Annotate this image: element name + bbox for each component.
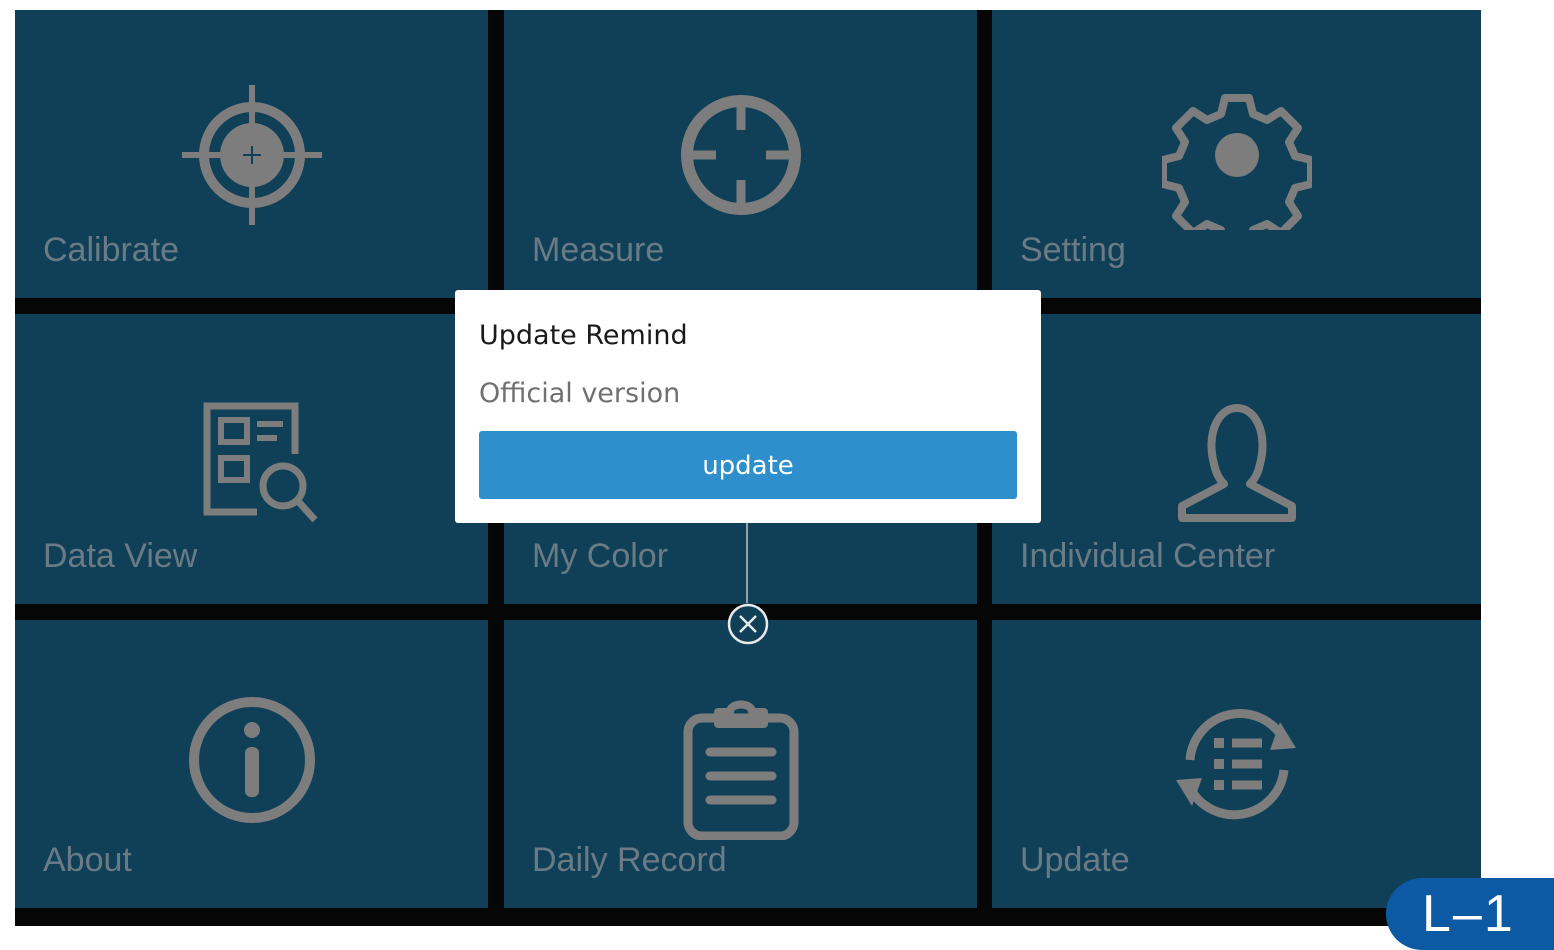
clipboard-icon <box>666 690 816 840</box>
tile-daily-record[interactable]: Daily Record <box>504 620 977 908</box>
tile-label: Update <box>1020 841 1130 879</box>
dialog-message: Official version <box>479 378 681 409</box>
data-view-icon <box>177 384 327 534</box>
tile-measure[interactable]: Measure <box>504 10 977 298</box>
close-circle-icon[interactable] <box>726 602 770 646</box>
tile-label: Setting <box>1020 231 1126 269</box>
tile-label: Data View <box>43 537 198 575</box>
user-icon <box>1162 394 1312 544</box>
update-button[interactable]: update <box>479 431 1017 499</box>
page-badge: L–1 <box>1386 878 1554 950</box>
measure-crosshair-icon <box>666 80 816 230</box>
tile-setting[interactable]: Setting <box>992 10 1481 298</box>
tile-data-view[interactable]: Data View <box>15 314 488 604</box>
tile-about[interactable]: About <box>15 620 488 908</box>
update-list-icon <box>1162 688 1312 838</box>
tile-label: Measure <box>532 231 665 269</box>
dialog-title: Update Remind <box>479 320 688 351</box>
update-dialog: Update Remind Official version update <box>455 290 1041 523</box>
gear-icon <box>1161 80 1312 230</box>
tile-label: Daily Record <box>532 841 727 879</box>
crosshair-target-icon <box>177 80 327 230</box>
tile-label: About <box>43 841 132 879</box>
close-connector-line <box>746 523 748 603</box>
info-icon <box>177 685 327 835</box>
tile-individual-center[interactable]: Individual Center <box>992 314 1481 604</box>
tile-update[interactable]: Update <box>992 620 1481 908</box>
tile-label: Calibrate <box>43 231 180 269</box>
tile-label: Individual Center <box>1020 537 1276 575</box>
tile-calibrate[interactable]: Calibrate <box>15 10 488 298</box>
tile-label: My Color <box>532 537 669 575</box>
